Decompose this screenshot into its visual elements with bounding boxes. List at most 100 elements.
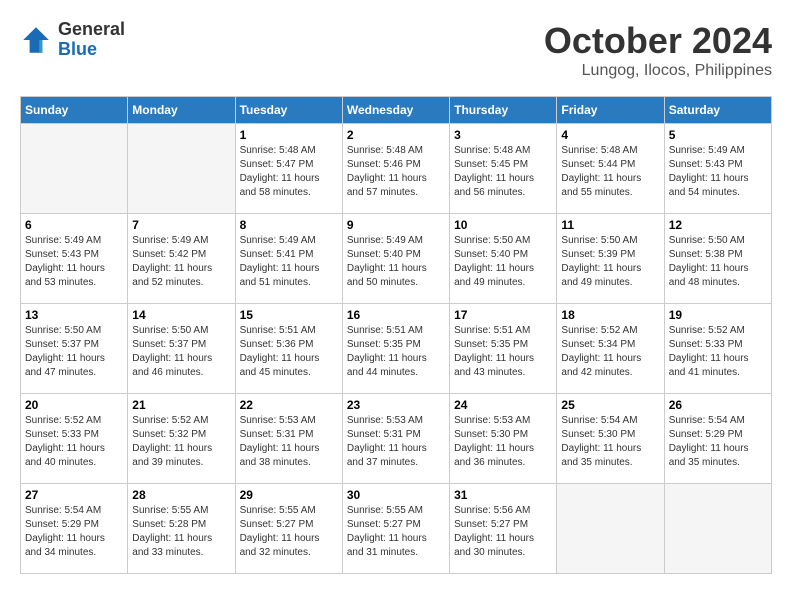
- day-detail: Sunrise: 5:53 AMSunset: 5:31 PMDaylight:…: [240, 414, 338, 470]
- weekday-header-wednesday: Wednesday: [342, 97, 449, 124]
- day-detail: Sunrise: 5:54 AMSunset: 5:30 PMDaylight:…: [561, 414, 659, 470]
- day-number: 17: [454, 308, 552, 322]
- logo-general: General: [58, 20, 125, 40]
- week-row-2: 6Sunrise: 5:49 AMSunset: 5:43 PMDaylight…: [21, 214, 772, 304]
- day-cell: 28 Sunrise: 5:55 AMSunset: 5:28 PMDayligh…: [128, 484, 235, 574]
- day-detail: Sunrise: 5:50 AMSunset: 5:38 PMDaylight:…: [669, 234, 767, 290]
- day-cell: 2Sunrise: 5:48 AMSunset: 5:46 PMDaylight…: [342, 124, 449, 214]
- calendar: SundayMondayTuesdayWednesdayThursdayFrid…: [20, 96, 772, 574]
- day-detail: Sunrise: 5:53 AMSunset: 5:31 PMDaylight:…: [347, 414, 445, 470]
- day-detail: Sunrise: 5:53 AMSunset: 5:30 PMDaylight:…: [454, 414, 552, 470]
- day-detail: Sunrise: 5:51 AMSunset: 5:35 PMDaylight:…: [454, 324, 552, 380]
- day-number: 29: [240, 488, 338, 502]
- day-number: 23: [347, 398, 445, 412]
- day-cell: 17 Sunrise: 5:51 AMSunset: 5:35 PMDayligh…: [450, 304, 557, 394]
- day-number: 15: [240, 308, 338, 322]
- day-cell: 12 Sunrise: 5:50 AMSunset: 5:38 PMDayligh…: [664, 214, 771, 304]
- day-cell: [128, 124, 235, 214]
- weekday-header-monday: Monday: [128, 97, 235, 124]
- day-cell: 19 Sunrise: 5:52 AMSunset: 5:33 PMDayligh…: [664, 304, 771, 394]
- day-number: 22: [240, 398, 338, 412]
- day-number: 28: [132, 488, 230, 502]
- day-cell: 13 Sunrise: 5:50 AMSunset: 5:37 PMDayligh…: [21, 304, 128, 394]
- day-number: 25: [561, 398, 659, 412]
- day-cell: 18Sunrise: 5:52 AMSunset: 5:34 PMDayligh…: [557, 304, 664, 394]
- day-number: 16: [347, 308, 445, 322]
- logo-icon: [20, 24, 52, 56]
- day-number: 10: [454, 218, 552, 232]
- day-number: 13: [25, 308, 123, 322]
- day-detail: Sunrise: 5:49 AMSunset: 5:40 PMDaylight:…: [347, 234, 445, 290]
- week-row-3: 13 Sunrise: 5:50 AMSunset: 5:37 PMDayligh…: [21, 304, 772, 394]
- day-number: 11: [561, 218, 659, 232]
- day-number: 20: [25, 398, 123, 412]
- week-row-4: 20 Sunrise: 5:52 AMSunset: 5:33 PMDayligh…: [21, 394, 772, 484]
- title-block: October 2024 Lungog, Ilocos, Philippines: [544, 20, 772, 80]
- day-detail: Sunrise: 5:50 AMSunset: 5:37 PMDaylight:…: [25, 324, 123, 380]
- day-cell: 24Sunrise: 5:53 AMSunset: 5:30 PMDayligh…: [450, 394, 557, 484]
- day-cell: 4 Sunrise: 5:48 AMSunset: 5:44 PMDaylight…: [557, 124, 664, 214]
- day-cell: 14Sunrise: 5:50 AMSunset: 5:37 PMDayligh…: [128, 304, 235, 394]
- day-number: 2: [347, 128, 445, 142]
- day-number: 5: [669, 128, 767, 142]
- day-detail: Sunrise: 5:50 AMSunset: 5:40 PMDaylight:…: [454, 234, 552, 290]
- weekday-header-tuesday: Tuesday: [235, 97, 342, 124]
- day-detail: Sunrise: 5:49 AMSunset: 5:41 PMDaylight:…: [240, 234, 338, 290]
- day-number: 6: [25, 218, 123, 232]
- day-cell: 7 Sunrise: 5:49 AMSunset: 5:42 PMDaylight…: [128, 214, 235, 304]
- day-number: 19: [669, 308, 767, 322]
- day-detail: Sunrise: 5:54 AMSunset: 5:29 PMDaylight:…: [669, 414, 767, 470]
- day-cell: 23 Sunrise: 5:53 AMSunset: 5:31 PMDayligh…: [342, 394, 449, 484]
- month-title: October 2024: [544, 20, 772, 62]
- day-cell: 21Sunrise: 5:52 AMSunset: 5:32 PMDayligh…: [128, 394, 235, 484]
- weekday-header-friday: Friday: [557, 97, 664, 124]
- day-detail: Sunrise: 5:52 AMSunset: 5:33 PMDaylight:…: [25, 414, 123, 470]
- day-number: 30: [347, 488, 445, 502]
- day-detail: Sunrise: 5:55 AMSunset: 5:27 PMDaylight:…: [347, 504, 445, 560]
- day-cell: 31Sunrise: 5:56 AMSunset: 5:27 PMDayligh…: [450, 484, 557, 574]
- day-cell: 9Sunrise: 5:49 AMSunset: 5:40 PMDaylight…: [342, 214, 449, 304]
- day-cell: [664, 484, 771, 574]
- day-cell: 5 Sunrise: 5:49 AMSunset: 5:43 PMDaylight…: [664, 124, 771, 214]
- weekday-header-thursday: Thursday: [450, 97, 557, 124]
- day-cell: 20 Sunrise: 5:52 AMSunset: 5:33 PMDayligh…: [21, 394, 128, 484]
- day-cell: 3Sunrise: 5:48 AMSunset: 5:45 PMDaylight…: [450, 124, 557, 214]
- logo: General Blue: [20, 20, 125, 60]
- week-row-5: 27 Sunrise: 5:54 AMSunset: 5:29 PMDayligh…: [21, 484, 772, 574]
- day-detail: Sunrise: 5:51 AMSunset: 5:35 PMDaylight:…: [347, 324, 445, 380]
- page-header: General Blue October 2024 Lungog, Ilocos…: [20, 20, 772, 80]
- day-detail: Sunrise: 5:52 AMSunset: 5:34 PMDaylight:…: [561, 324, 659, 380]
- day-cell: 10 Sunrise: 5:50 AMSunset: 5:40 PMDayligh…: [450, 214, 557, 304]
- day-detail: Sunrise: 5:50 AMSunset: 5:39 PMDaylight:…: [561, 234, 659, 290]
- day-detail: Sunrise: 5:54 AMSunset: 5:29 PMDaylight:…: [25, 504, 123, 560]
- week-row-1: 1Sunrise: 5:48 AMSunset: 5:47 PMDaylight…: [21, 124, 772, 214]
- day-cell: 25 Sunrise: 5:54 AMSunset: 5:30 PMDayligh…: [557, 394, 664, 484]
- logo-text: General Blue: [58, 20, 125, 60]
- day-number: 21: [132, 398, 230, 412]
- day-cell: 6Sunrise: 5:49 AMSunset: 5:43 PMDaylight…: [21, 214, 128, 304]
- day-cell: [21, 124, 128, 214]
- day-cell: 16 Sunrise: 5:51 AMSunset: 5:35 PMDayligh…: [342, 304, 449, 394]
- day-number: 8: [240, 218, 338, 232]
- weekday-header-row: SundayMondayTuesdayWednesdayThursdayFrid…: [21, 97, 772, 124]
- day-detail: Sunrise: 5:50 AMSunset: 5:37 PMDaylight:…: [132, 324, 230, 380]
- day-number: 27: [25, 488, 123, 502]
- day-number: 4: [561, 128, 659, 142]
- day-cell: [557, 484, 664, 574]
- weekday-header-saturday: Saturday: [664, 97, 771, 124]
- day-number: 12: [669, 218, 767, 232]
- day-number: 1: [240, 128, 338, 142]
- day-cell: 1Sunrise: 5:48 AMSunset: 5:47 PMDaylight…: [235, 124, 342, 214]
- day-cell: 27 Sunrise: 5:54 AMSunset: 5:29 PMDayligh…: [21, 484, 128, 574]
- day-detail: Sunrise: 5:49 AMSunset: 5:43 PMDaylight:…: [669, 144, 767, 200]
- day-cell: 29 Sunrise: 5:55 AMSunset: 5:27 PMDayligh…: [235, 484, 342, 574]
- logo-blue: Blue: [58, 40, 125, 60]
- day-detail: Sunrise: 5:48 AMSunset: 5:44 PMDaylight:…: [561, 144, 659, 200]
- day-cell: 22 Sunrise: 5:53 AMSunset: 5:31 PMDayligh…: [235, 394, 342, 484]
- day-detail: Sunrise: 5:51 AMSunset: 5:36 PMDaylight:…: [240, 324, 338, 380]
- day-detail: Sunrise: 5:49 AMSunset: 5:42 PMDaylight:…: [132, 234, 230, 290]
- day-detail: Sunrise: 5:55 AMSunset: 5:28 PMDaylight:…: [132, 504, 230, 560]
- day-detail: Sunrise: 5:55 AMSunset: 5:27 PMDaylight:…: [240, 504, 338, 560]
- day-number: 7: [132, 218, 230, 232]
- day-detail: Sunrise: 5:52 AMSunset: 5:33 PMDaylight:…: [669, 324, 767, 380]
